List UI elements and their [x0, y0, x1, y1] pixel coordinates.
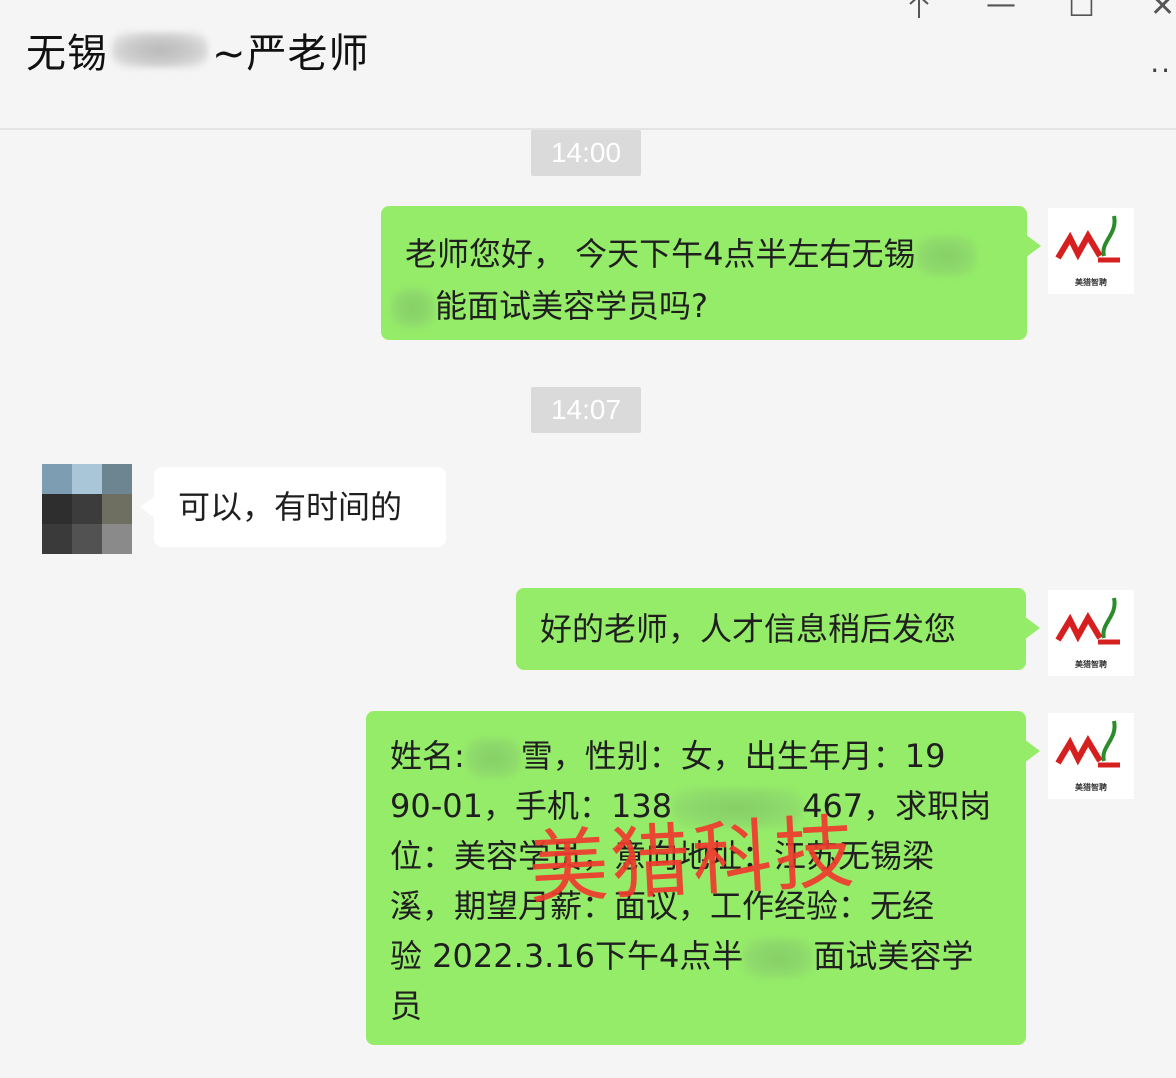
- watermark: 美猎科技: [526, 805, 859, 916]
- timestamp: 14:00: [531, 130, 641, 176]
- logo-caption: 美猎智聘: [1075, 783, 1107, 792]
- timestamp: 14:07: [531, 387, 641, 433]
- chat-title: 无锡 ~严老师: [26, 20, 370, 80]
- chat-header: 无锡 ~严老师 — ☐ ✕ ··: [0, 0, 1176, 130]
- received-message[interactable]: 可以，有时间的: [140, 467, 446, 547]
- sent-message[interactable]: 老师您好， 今天下午4点半左右无锡 能面试美容学员吗?: [381, 206, 1041, 340]
- contact-avatar[interactable]: [42, 464, 132, 554]
- redacted-text: [915, 236, 976, 276]
- more-options-button[interactable]: ··: [1150, 54, 1172, 87]
- message-line: 验 2022.3.16下午4点半 面试美容学: [390, 931, 1002, 981]
- close-button[interactable]: ✕: [1150, 0, 1175, 22]
- my-avatar[interactable]: 美猎智聘: [1048, 713, 1134, 799]
- redacted-name: [112, 32, 208, 68]
- my-avatar[interactable]: 美猎智聘: [1048, 590, 1134, 676]
- minimize-button[interactable]: —: [986, 0, 1016, 20]
- redacted-text: [391, 288, 435, 328]
- message-line: 能面试美容学员吗?: [391, 280, 1003, 332]
- maximize-button[interactable]: ☐: [1068, 0, 1095, 22]
- message-line: 员: [390, 987, 423, 1025]
- pin-icon[interactable]: [904, 0, 934, 26]
- chat-title-suffix: ~严老师: [212, 31, 370, 77]
- redacted-text: [464, 738, 521, 778]
- sent-message[interactable]: 好的老师，人才信息稍后发您: [516, 588, 1040, 670]
- message-line: 老师您好， 今天下午4点半左右无锡: [405, 228, 1003, 280]
- message-line: 姓名: 雪，性别：女，出生年月：19: [390, 731, 1002, 781]
- logo-caption: 美猎智聘: [1075, 660, 1107, 669]
- my-avatar[interactable]: 美猎智聘: [1048, 208, 1134, 294]
- redacted-text: [743, 938, 814, 978]
- logo-caption: 美猎智聘: [1075, 278, 1107, 287]
- chat-title-prefix: 无锡: [26, 31, 108, 77]
